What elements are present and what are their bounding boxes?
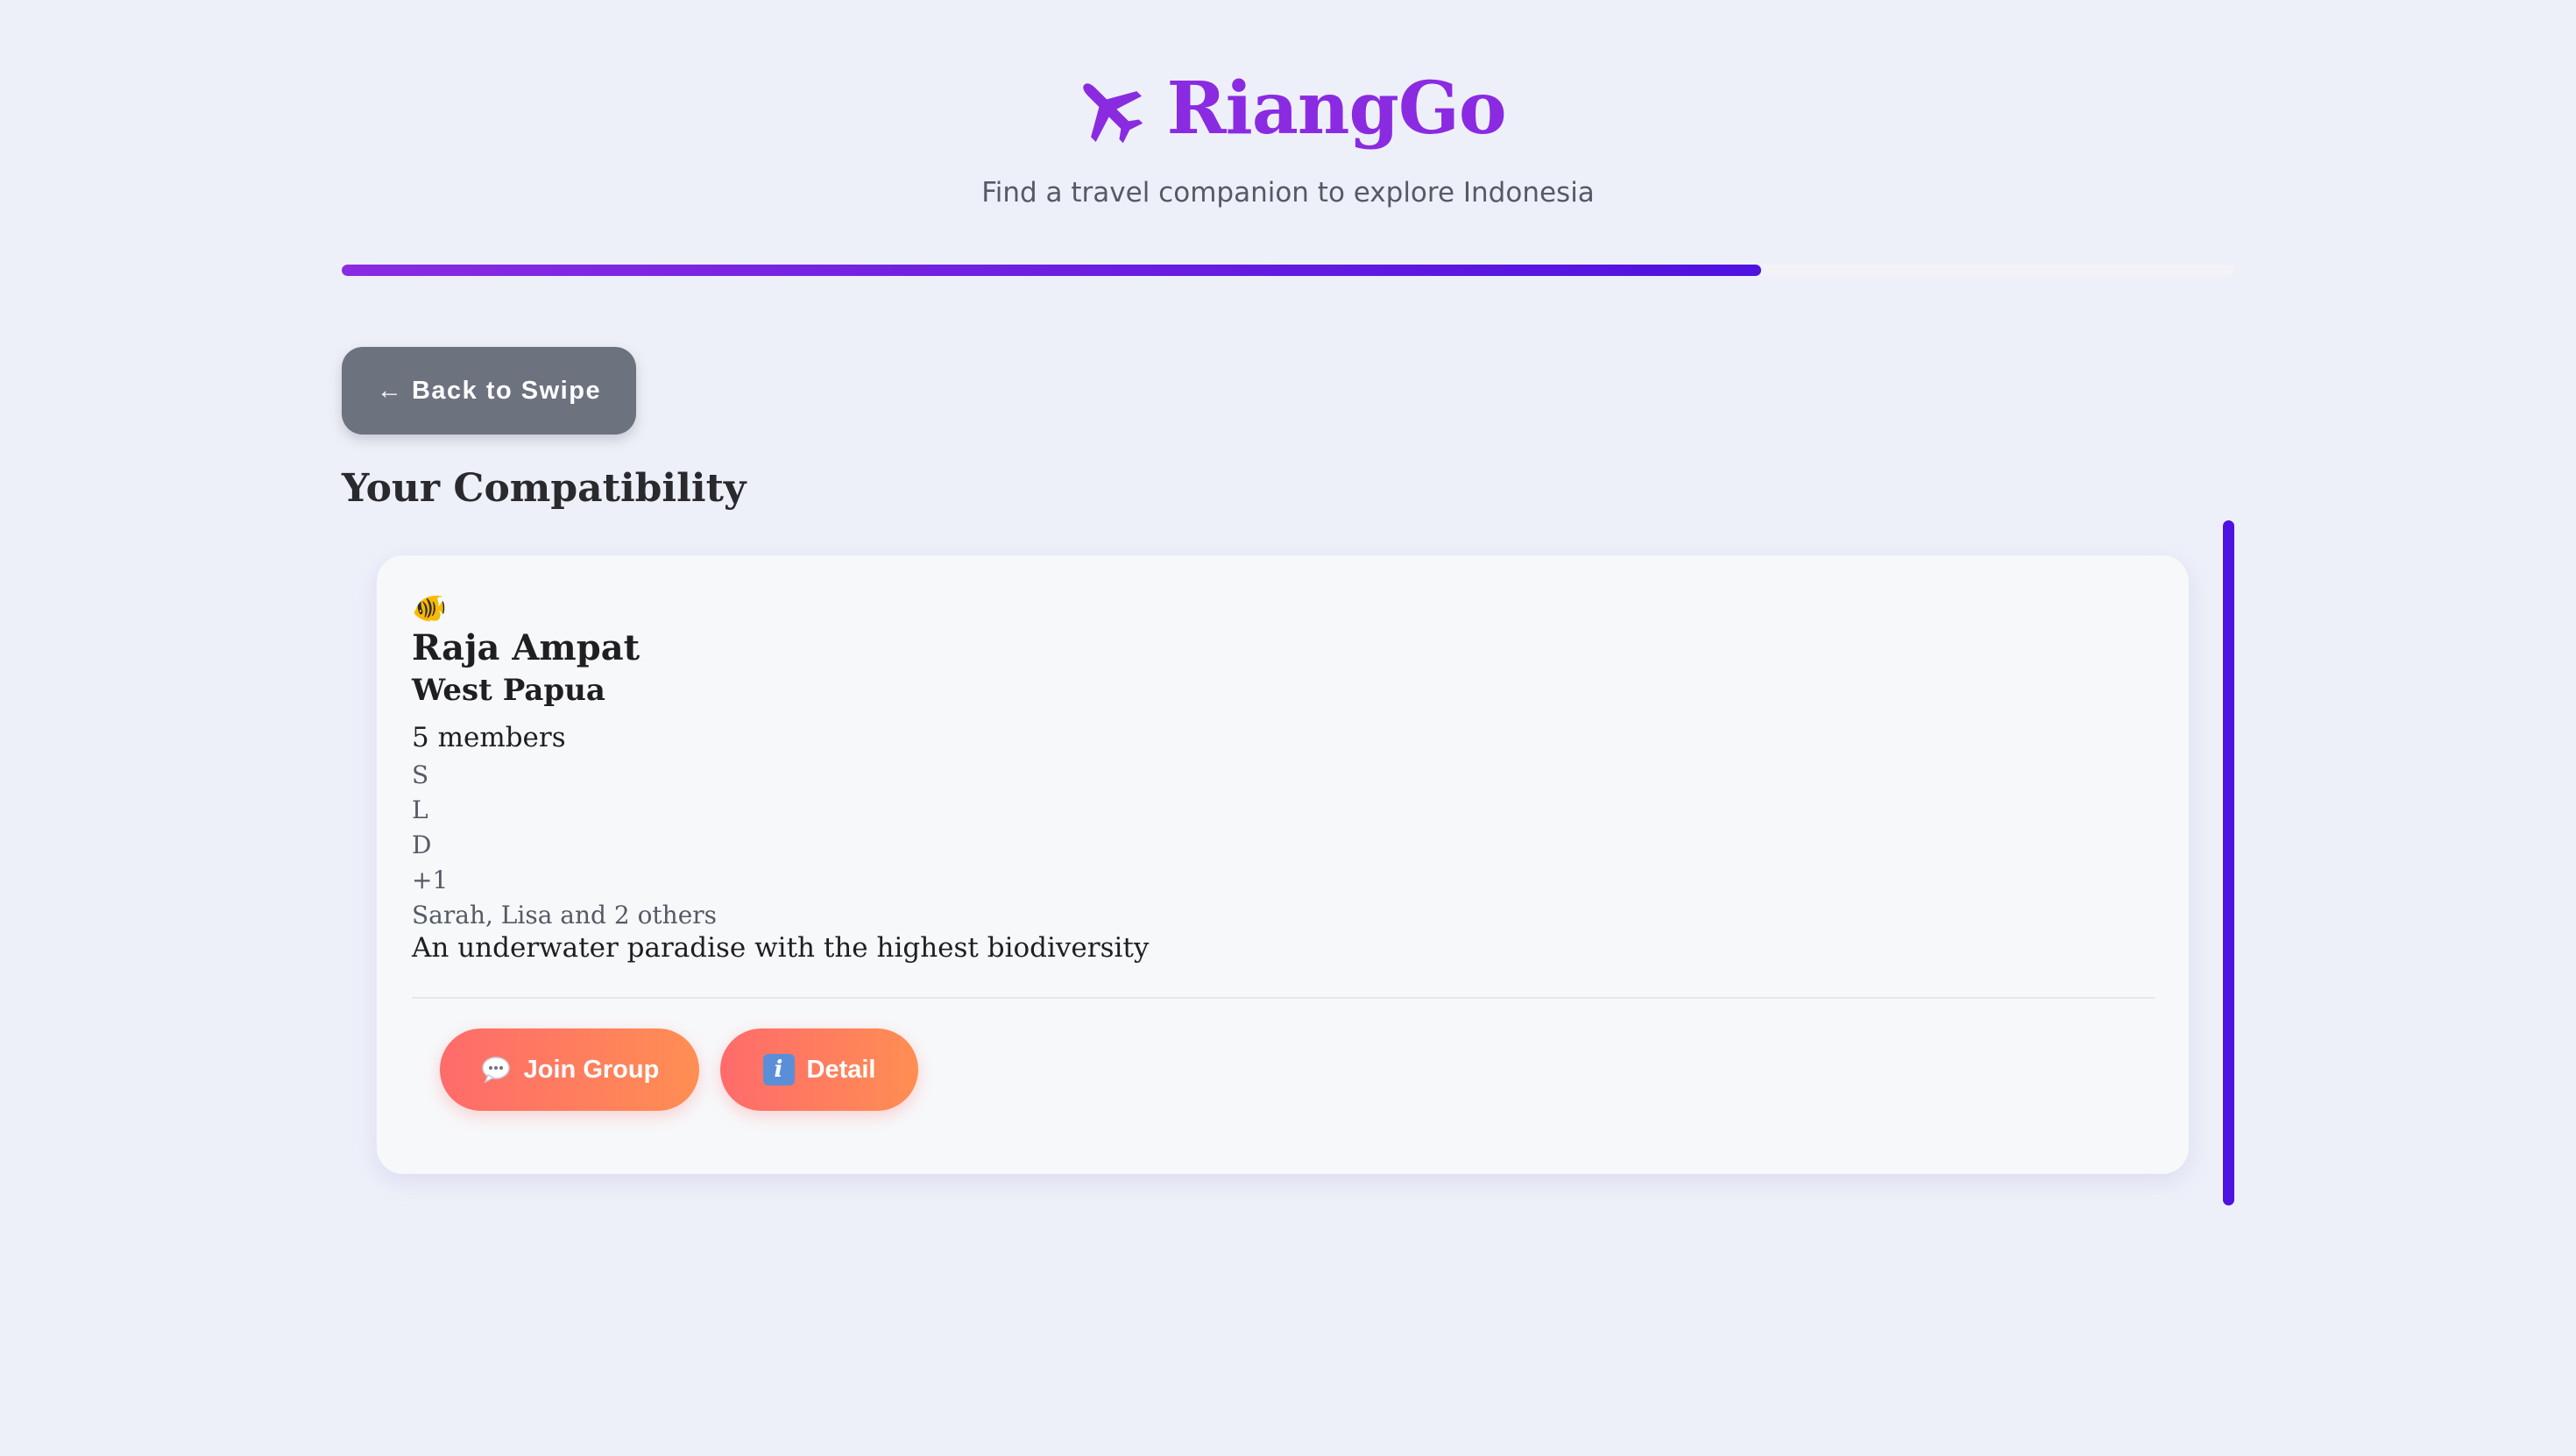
airplane-icon (1083, 83, 1143, 144)
progress-fill (342, 265, 1761, 276)
brand: RiangGo (0, 70, 2576, 147)
back-to-swipe-button[interactable]: ← Back to Swipe (342, 347, 636, 435)
fish-icon: 🐠 (412, 591, 447, 625)
info-icon: i (762, 1054, 795, 1085)
avatar: S (412, 760, 429, 789)
avatar-more-count: +1 (412, 866, 449, 894)
detail-button[interactable]: i Detail (720, 1028, 918, 1111)
member-names: Sarah, Lisa and 2 others (412, 901, 718, 929)
group-card: 🐠 Raja Ampat West Papua 5 members S L D … (377, 555, 2189, 1174)
avatar: L (412, 795, 428, 824)
progress-bar (342, 265, 2234, 276)
scrollbar[interactable] (2223, 520, 2234, 1205)
avatar: D (412, 830, 432, 859)
speech-bubble-icon (481, 1057, 510, 1084)
join-group-label: Join Group (523, 1055, 660, 1084)
place-description: An underwater paradise with the highest … (412, 932, 1150, 964)
section-title: Your Compatibility (342, 466, 747, 511)
app-title: RiangGo (1166, 67, 1506, 151)
detail-label: Detail (806, 1055, 876, 1084)
join-group-button[interactable]: Join Group (440, 1028, 699, 1111)
tagline: Find a travel companion to explore Indon… (981, 177, 1595, 209)
place-region: West Papua (412, 673, 605, 708)
member-count: 5 members (412, 722, 566, 753)
place-name: Raja Ampat (412, 627, 640, 668)
divider (412, 997, 2155, 999)
